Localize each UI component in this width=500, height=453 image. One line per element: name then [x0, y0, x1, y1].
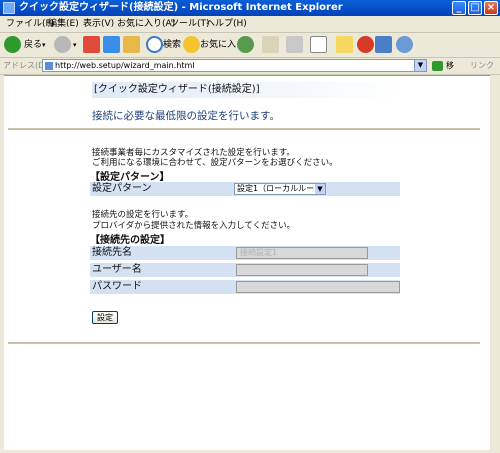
menu-edit[interactable]: 編集(E)	[48, 16, 79, 32]
address-dropdown-icon[interactable]: ▼	[414, 60, 426, 71]
connection-description-line2: プロバイダから提供された情報を入力してください。	[92, 221, 296, 231]
mail-icon[interactable]	[262, 36, 279, 53]
forward-icon[interactable]	[54, 36, 71, 53]
title-bar: クイック設定ウィザード(接続設定) - Microsoft Internet E…	[0, 0, 500, 16]
toolbar: 戻る ▾ ▾ 検索 お気に入り	[0, 33, 500, 58]
address-url: http://web.setup/wizard_main.html	[55, 61, 195, 70]
submit-button[interactable]: 設定	[92, 311, 118, 324]
window-title: クイック設定ウィザード(接続設定) - Microsoft Internet E…	[19, 2, 343, 13]
pattern-description-line1: 接続事業者毎にカスタマイズされた設定を行います。	[92, 148, 295, 158]
users-icon[interactable]	[396, 36, 413, 53]
minimize-button[interactable]: _	[452, 1, 466, 15]
password-input[interactable]	[236, 281, 400, 293]
divider-bottom	[8, 342, 480, 344]
connection-name-row: 接続先名 接続設定1	[90, 246, 400, 260]
password-label: パスワード	[92, 281, 142, 292]
chevron-down-icon[interactable]: ▼	[315, 184, 325, 194]
password-row: パスワード	[90, 280, 400, 294]
favorites-star-icon[interactable]	[183, 36, 200, 53]
search-icon[interactable]	[146, 36, 163, 53]
search-label[interactable]: 検索	[163, 37, 181, 53]
page-subtitle: 接続に必要な最低限の設定を行います。	[92, 110, 280, 122]
ie-icon	[3, 2, 15, 14]
scrollbar-area[interactable]	[490, 75, 500, 450]
divider-top	[8, 128, 480, 130]
page-content: [クイック設定ウィザード(接続設定)] 接続に必要な最低限の設定を行います。 接…	[4, 75, 490, 451]
connection-description-line1: 接続先の設定を行います。	[92, 210, 194, 220]
browser-window: クイック設定ウィザード(接続設定) - Microsoft Internet E…	[0, 0, 500, 453]
pattern-label: 設定パターン	[92, 183, 152, 194]
back-dropdown-icon[interactable]: ▾	[42, 37, 46, 53]
connection-name-label: 接続先名	[92, 247, 132, 258]
pattern-row: 設定パターン 設定1（ローカルルータ） ▼	[90, 182, 400, 196]
menu-bar: ファイル(F) 編集(E) 表示(V) お気に入り(A) ツール(T) ヘルプ(…	[0, 16, 500, 33]
page-icon	[45, 62, 53, 70]
username-row: ユーザー名	[90, 263, 400, 277]
menu-tools[interactable]: ツール(T)	[170, 16, 210, 32]
print-icon[interactable]	[286, 36, 303, 53]
messenger-icon[interactable]	[357, 36, 374, 53]
menu-help[interactable]: ヘルプ(H)	[206, 16, 247, 32]
maximize-button[interactable]: □	[468, 1, 482, 15]
refresh-icon[interactable]	[103, 36, 120, 53]
menu-view[interactable]: 表示(V)	[83, 16, 114, 32]
address-bar: アドレス(D) http://web.setup/wizard_main.htm…	[0, 58, 500, 86]
section-pattern-heading: 【設定パターン】	[90, 172, 170, 183]
username-label: ユーザー名	[92, 264, 142, 275]
address-label: アドレス(D)	[3, 61, 48, 70]
page-title: [クイック設定ウィザード(接続設定)]	[92, 82, 402, 98]
address-input[interactable]: http://web.setup/wizard_main.html ▼	[42, 59, 427, 72]
menu-favorites[interactable]: お気に入り(A)	[117, 16, 175, 32]
pattern-select[interactable]: 設定1（ローカルルータ） ▼	[234, 183, 326, 195]
home-icon[interactable]	[123, 36, 140, 53]
research-icon[interactable]	[375, 36, 392, 53]
stop-icon[interactable]	[83, 36, 100, 53]
username-input[interactable]	[236, 264, 368, 276]
pattern-selected-value: 設定1（ローカルルータ）	[237, 184, 326, 193]
links-label[interactable]: リンク	[470, 58, 494, 74]
close-button[interactable]: ×	[484, 1, 498, 15]
forward-dropdown-icon[interactable]: ▾	[73, 37, 77, 53]
discuss-icon[interactable]	[336, 36, 353, 53]
edit-icon[interactable]	[310, 36, 327, 53]
history-icon[interactable]	[237, 36, 254, 53]
menu-file[interactable]: ファイル(F)	[6, 16, 54, 32]
connection-name-input[interactable]: 接続設定1	[236, 247, 368, 259]
back-label[interactable]: 戻る	[24, 37, 42, 53]
go-arrow-icon	[432, 61, 443, 71]
pattern-description-line2: ご利用になる環境に合わせて、設定パターンをお選びください。	[92, 158, 338, 168]
section-connection-heading: 【接続先の設定】	[90, 235, 170, 246]
back-icon[interactable]	[4, 36, 21, 53]
